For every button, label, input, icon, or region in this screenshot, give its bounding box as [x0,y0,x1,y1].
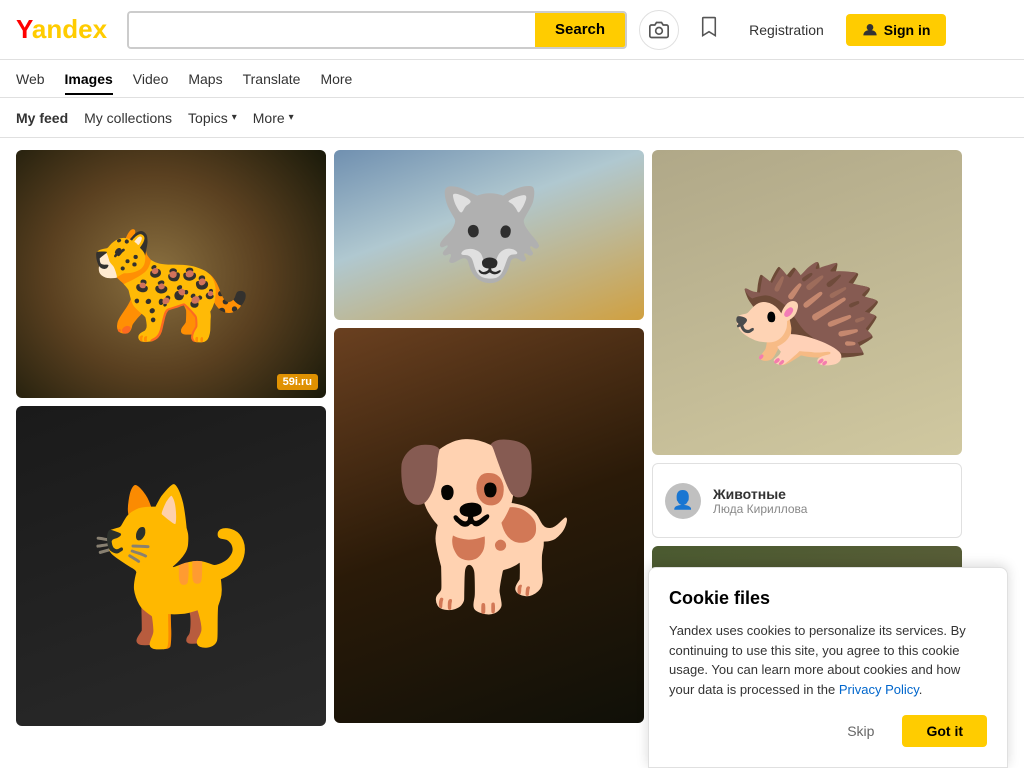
search-button[interactable]: Search [535,13,625,47]
privacy-policy-link[interactable]: Privacy Policy [839,682,919,697]
main-nav: Web Images Video Maps Translate More [0,60,1024,98]
image-leopard[interactable]: 🐆 59i.ru [16,150,326,398]
header: Yandex Search Registration Sign in [0,0,1024,60]
bookmark-button[interactable] [691,12,727,48]
topics-chevron-icon: ▾ [232,112,237,123]
signin-button[interactable]: Sign in [846,14,947,46]
avatar: 👤 [665,483,701,519]
nav-more[interactable]: More [320,63,352,95]
search-input[interactable] [129,13,535,47]
image-column-1: 🐆 59i.ru 🐈 [16,150,326,756]
cookie-buttons: Skip Got it [669,715,987,747]
collection-author: Люда Кириллова [713,502,807,516]
logo-andex: andex [32,14,107,44]
nav-translate[interactable]: Translate [243,63,301,95]
collection-title: Животные [713,486,807,502]
image-watermark: 59i.ru [277,374,318,390]
subnav-mycollections[interactable]: My collections [84,110,172,126]
image-column-2: 🐺 🐕 [334,150,644,756]
subnav-more-dropdown[interactable]: More ▾ [253,110,294,126]
collection-info: Животные Люда Кириллова [713,486,807,516]
cookie-accept-button[interactable]: Got it [902,715,987,747]
subnav-topics-dropdown[interactable]: Topics ▾ [188,110,237,126]
cookie-skip-button[interactable]: Skip [831,715,890,747]
image-black-dog[interactable]: 🐕 [334,328,644,723]
collection-card[interactable]: 👤 Животные Люда Кириллова [652,463,962,538]
camera-search-button[interactable] [639,10,679,50]
image-white-cat[interactable]: 🐈 [16,406,326,726]
cookie-text: Yandex uses cookies to personalize its s… [669,621,987,699]
cookie-banner: Cookie files Yandex uses cookies to pers… [648,567,1008,768]
sub-nav: My feed My collections Topics ▾ More ▾ [0,98,1024,138]
more-chevron-icon: ▾ [289,112,294,123]
cookie-title: Cookie files [669,588,987,609]
registration-button[interactable]: Registration [739,16,834,44]
search-bar: Search [127,11,627,49]
nav-images[interactable]: Images [65,63,113,95]
nav-web[interactable]: Web [16,63,45,95]
logo-y: Y [16,14,32,44]
image-fluffy-cat-face[interactable]: 🦔 [652,150,962,455]
image-husky[interactable]: 🐺 [334,150,644,320]
logo[interactable]: Yandex [16,14,107,45]
subnav-myfeed[interactable]: My feed [16,110,68,126]
nav-video[interactable]: Video [133,63,169,95]
nav-maps[interactable]: Maps [188,63,222,95]
